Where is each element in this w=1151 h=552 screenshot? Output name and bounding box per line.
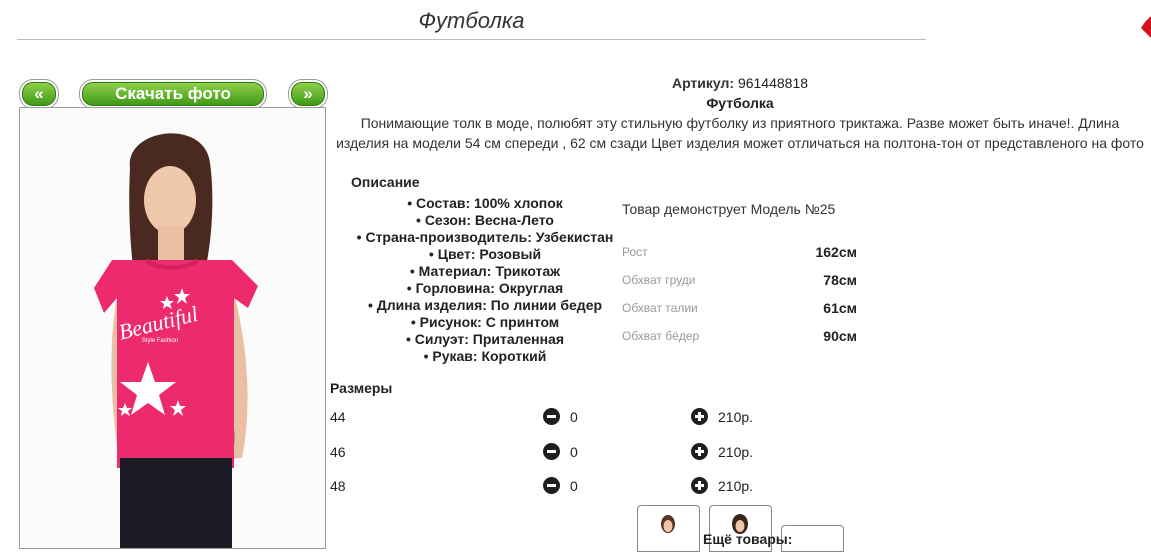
shirt-print-sub: Style Fashion [142,338,178,344]
size-row: 48 0 210р. [330,476,790,496]
measurement-value: 162см [815,244,857,260]
quantity-value: 0 [570,478,578,494]
model-illustration: Beautiful Style Fashion [20,108,325,548]
size-price: 210р. [718,409,754,425]
spec-item: • Сезон: Весна-Лето [416,212,554,228]
measurement-label: Обхват бёдер [622,329,700,343]
next-photo-button[interactable]: » [291,82,325,106]
sizes-title: Размеры [330,380,393,396]
quantity-value: 0 [570,409,578,425]
title-divider [17,39,926,40]
decrease-quantity-icon[interactable] [543,477,560,494]
product-info: Артикул: 961448818 Футболка Понимающие т… [330,74,1150,153]
product-description: Понимающие толк в моде, полюбят эту стил… [336,115,1144,151]
increase-quantity-icon[interactable] [691,443,708,460]
corner-decoration-icon [1141,16,1151,38]
measurement-label: Рост [622,245,648,259]
product-photo[interactable]: Beautiful Style Fashion [19,107,326,549]
increase-quantity-icon[interactable] [691,477,708,494]
size-label: 48 [330,478,346,494]
size-row: 46 0 210р. [330,442,790,462]
prev-photo-button[interactable]: « [22,82,56,106]
measurement-value: 78см [823,272,857,288]
specs-list: • Состав: 100% хлопок • Сезон: Весна-Лет… [340,195,630,365]
measurement-label: Обхват груди [622,273,696,287]
page-title: Футболка [418,8,525,33]
spec-item: • Длина изделия: По линии бедер [367,297,603,313]
spec-item: • Рисунок: С принтом [410,314,560,330]
decrease-quantity-icon[interactable] [543,408,560,425]
size-label: 44 [330,409,346,425]
size-label: 46 [330,444,346,460]
spec-item: • Цвет: Розовый [428,246,542,262]
decrease-quantity-icon[interactable] [543,443,560,460]
increase-quantity-icon[interactable] [691,408,708,425]
thumbnail-1[interactable] [637,505,700,552]
model-caption: Товар демонструет Модель №25 [622,201,836,217]
spec-item: • Силуэт: Приталенная [406,331,564,347]
more-products-label: Ещё товары: [703,531,793,547]
measurement-label: Обхват талии [622,301,698,315]
thumbnail-image [661,515,675,533]
spec-item: • Горловина: Округлая [406,280,564,296]
measurement-value: 61см [823,300,857,316]
spec-item: • Рукав: Короткий [423,348,547,364]
download-photo-button[interactable]: Скачать фото [82,82,264,106]
spec-item: • Состав: 100% хлопок [407,195,563,211]
article-value: 961448818 [737,75,809,91]
size-row: 44 0 210р. [330,407,790,427]
article-label: Артикул: [671,75,735,91]
quantity-value: 0 [570,444,578,460]
size-price: 210р. [718,478,754,494]
specs-title: Описание [351,174,420,190]
product-name: Футболка [706,95,774,111]
article-line: Артикул: 961448818 [330,74,1150,93]
spec-item: • Материал: Трикотаж [409,263,561,279]
size-price: 210р. [718,444,754,460]
measurement-value: 90см [823,328,857,344]
spec-item: • Страна-производитель: Узбекистан [356,229,614,245]
